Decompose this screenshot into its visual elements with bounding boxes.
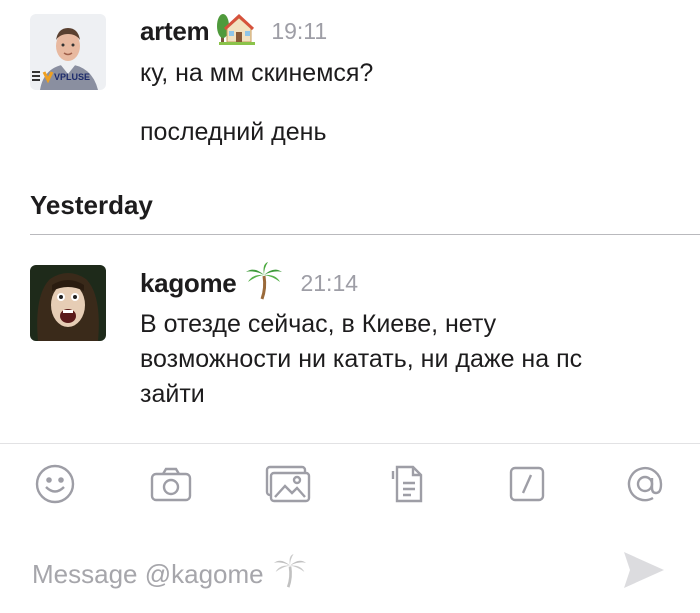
palm-tree-emoji	[272, 554, 308, 595]
camera-icon[interactable]	[146, 461, 196, 507]
message-header: artem 19:11	[140, 12, 327, 51]
smiley-icon[interactable]	[30, 461, 80, 507]
message-text: В отезде сейчас, в Киеве, нету	[140, 310, 497, 338]
files-icon[interactable]	[384, 461, 434, 507]
message-composer[interactable]: Message @kagome	[0, 540, 700, 600]
author-name[interactable]: kagome	[140, 268, 237, 299]
composer-divider	[0, 443, 700, 444]
palm-tree-emoji	[244, 262, 284, 305]
avatar-kagome[interactable]	[30, 265, 106, 341]
message-header: kagome 21:14	[140, 262, 358, 305]
message-text: ку, на мм скинемся?	[140, 59, 374, 87]
day-divider-label: Yesterday	[30, 190, 153, 220]
avatar-badge-text: VPLUSE	[54, 72, 90, 82]
send-icon[interactable]	[620, 548, 668, 592]
author-name[interactable]: artem	[140, 16, 210, 47]
photos-icon[interactable]	[262, 461, 312, 507]
message-text: возможности ни катать, ни даже на пс	[140, 345, 583, 373]
message-text: последний день	[140, 118, 327, 146]
message-text: зайти	[140, 380, 205, 408]
mention-icon[interactable]	[620, 461, 670, 507]
avatar-artem[interactable]: VPLUSE	[30, 14, 106, 90]
house-with-tree-emoji	[217, 12, 256, 51]
message-timestamp[interactable]: 19:11	[271, 18, 327, 45]
message-timestamp[interactable]: 21:14	[300, 270, 358, 297]
day-divider-line	[30, 234, 700, 235]
message-input-placeholder[interactable]: Message @kagome	[32, 554, 308, 595]
slash-command-icon[interactable]	[502, 461, 552, 507]
placeholder-text: Message @kagome	[32, 559, 264, 589]
